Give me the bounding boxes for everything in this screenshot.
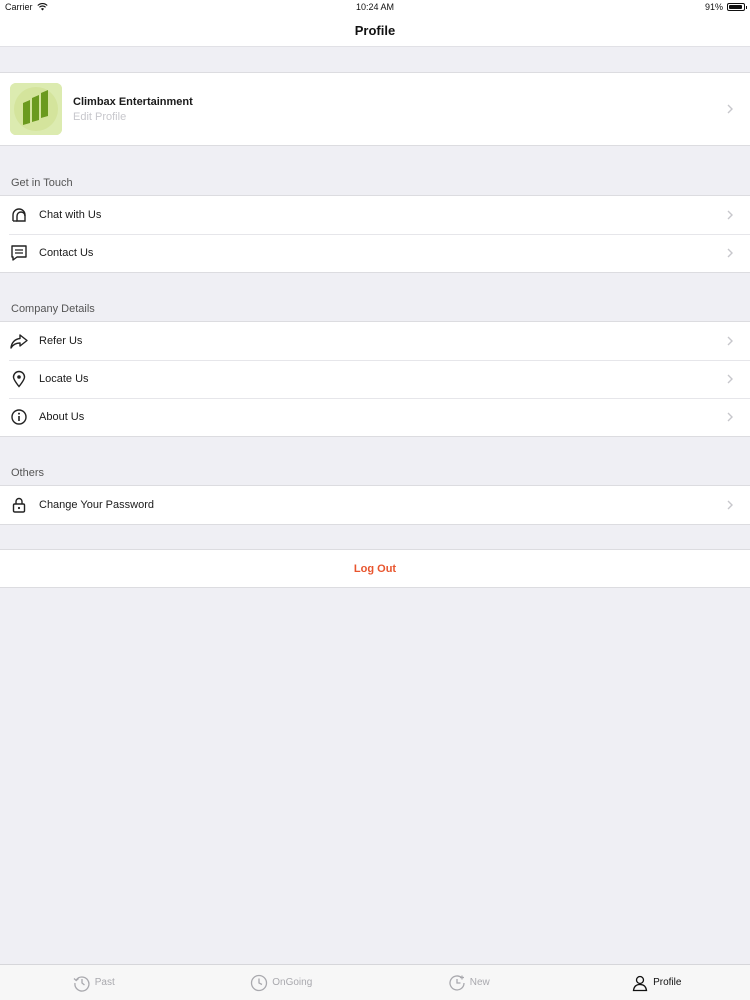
- get-in-touch-group: Chat with Us Contact Us: [0, 195, 750, 273]
- info-icon: [11, 409, 27, 425]
- clock-icon: [251, 974, 268, 991]
- section-header-get-in-touch: Get in Touch: [11, 177, 73, 189]
- row-locate-us[interactable]: Locate Us: [0, 360, 750, 398]
- profile-card[interactable]: Climbax Entertainment Edit Profile: [0, 72, 750, 146]
- tab-bar: Past OnGoing New Profile: [0, 964, 750, 1000]
- nav-bar: Profile: [0, 14, 750, 47]
- tab-ongoing[interactable]: OnGoing: [188, 965, 376, 1000]
- message-icon: [11, 245, 27, 261]
- chevron-right-icon: [727, 412, 733, 422]
- row-label: Change Your Password: [39, 499, 154, 511]
- chevron-right-icon: [727, 336, 733, 346]
- tab-profile[interactable]: Profile: [563, 965, 750, 1000]
- logout-button[interactable]: Log Out: [0, 549, 750, 588]
- row-contact-us[interactable]: Contact Us: [0, 234, 750, 272]
- battery-percent: 91%: [704, 2, 723, 12]
- logout-label: Log Out: [353, 562, 397, 575]
- row-label: Chat with Us: [39, 209, 102, 221]
- row-label: Contact Us: [39, 247, 94, 259]
- history-icon: [73, 975, 90, 992]
- chevron-right-icon: [727, 374, 733, 384]
- row-about-us[interactable]: About Us: [0, 398, 750, 436]
- user-icon: [632, 975, 648, 991]
- row-chat-with-us[interactable]: Chat with Us: [0, 196, 750, 234]
- row-label: Locate Us: [39, 373, 89, 385]
- edit-profile-link[interactable]: Edit Profile: [73, 111, 126, 123]
- lock-icon: [12, 497, 26, 513]
- row-label: Refer Us: [39, 335, 83, 347]
- location-pin-icon: [12, 370, 26, 388]
- page-title: Profile: [354, 22, 396, 38]
- row-label: About Us: [39, 411, 85, 423]
- chevron-right-icon: [727, 104, 733, 114]
- tab-label: New: [469, 977, 490, 988]
- section-header-company-details: Company Details: [11, 303, 95, 315]
- chevron-right-icon: [727, 500, 733, 510]
- row-refer-us[interactable]: Refer Us: [0, 322, 750, 360]
- chevron-right-icon: [727, 248, 733, 258]
- new-clock-icon: [449, 974, 465, 991]
- status-right: 91%: [704, 2, 747, 12]
- chevron-right-icon: [727, 210, 733, 220]
- tab-past[interactable]: Past: [0, 965, 188, 1000]
- company-logo: [10, 83, 62, 135]
- company-details-group: Refer Us Locate Us About Us: [0, 321, 750, 437]
- section-header-others: Others: [11, 467, 45, 479]
- status-bar: Carrier 10:24 AM 91%: [0, 0, 750, 14]
- tab-label: OnGoing: [272, 977, 313, 988]
- status-time: 10:24 AM: [355, 2, 395, 12]
- others-group: Change Your Password: [0, 485, 750, 525]
- row-change-password[interactable]: Change Your Password: [0, 486, 750, 524]
- tab-label: Profile: [653, 977, 682, 988]
- battery-icon: [727, 3, 747, 11]
- battery-fill: [729, 5, 742, 9]
- profile-name: Climbax Entertainment: [73, 96, 193, 108]
- tab-new[interactable]: New: [375, 965, 563, 1000]
- chat-icon: [12, 208, 26, 222]
- tab-label: Past: [94, 977, 115, 988]
- share-icon: [10, 334, 28, 349]
